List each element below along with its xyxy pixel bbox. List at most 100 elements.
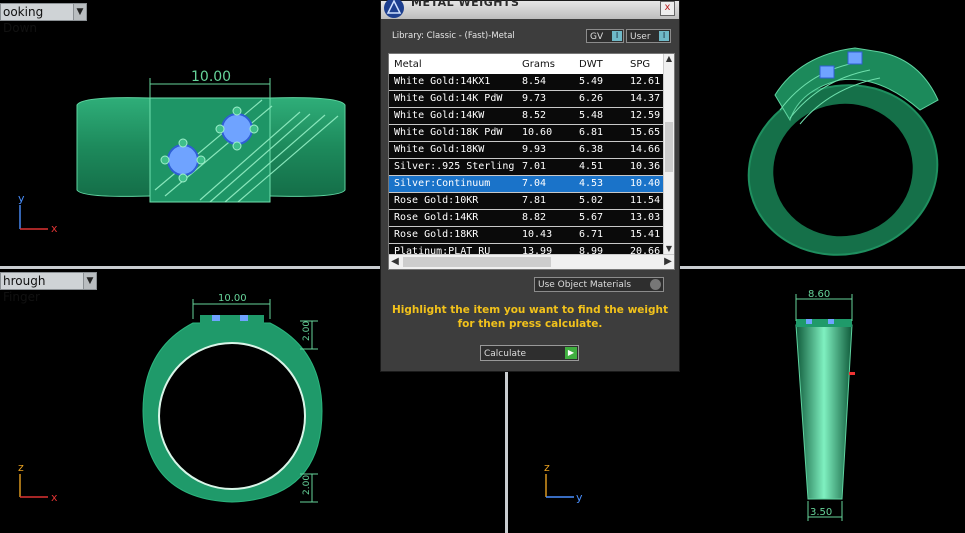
cell-dwt: 5.67 xyxy=(579,212,604,223)
gem-perspective-right xyxy=(847,51,863,65)
gem-right xyxy=(221,113,253,145)
cell-dwt: 5.49 xyxy=(579,76,604,87)
table-row[interactable]: White Gold:14K PdW 9.73 6.26 14.37 xyxy=(389,91,665,108)
cell-grams: 9.73 xyxy=(522,93,547,104)
table-row[interactable]: Rose Gold:14KR 8.82 5.67 13.03 xyxy=(389,210,665,227)
table-row[interactable]: Silver:.925 Sterling 7.01 4.51 10.36 xyxy=(389,159,665,176)
cell-dwt: 6.71 xyxy=(579,229,604,240)
gem-perspective-left xyxy=(819,65,835,79)
table-rows: White Gold:14KX1 8.54 5.49 12.61 White Gold:… xyxy=(389,74,665,261)
cell-spg: 15.65 xyxy=(630,127,661,138)
matrix-logo-icon xyxy=(384,0,404,18)
view-dropdown-chevron-icon[interactable]: ▼ xyxy=(73,3,87,21)
axis-label-right: x xyxy=(51,491,58,504)
axis-label-up: y xyxy=(18,192,25,205)
horizontal-scroll-thumb[interactable] xyxy=(403,257,551,267)
instruction-text: Highlight the item you want to find the … xyxy=(381,303,679,331)
cell-metal: White Gold:18K PdW xyxy=(394,127,503,138)
cell-metal: White Gold:14KX1 xyxy=(394,76,491,87)
user-toggle-label: User xyxy=(630,32,651,42)
calculate-button[interactable]: Calculate ▶ xyxy=(480,345,579,361)
table-row[interactable]: Rose Gold:10KR 7.81 5.02 11.54 xyxy=(389,193,665,210)
dialog-title: METAL WEIGHTS xyxy=(411,0,520,9)
user-toggle[interactable]: User I xyxy=(626,29,671,43)
dimension-thickness-top: 2.00 xyxy=(302,321,312,341)
viewport-looking-down[interactable]: 10.00 y x ooking Down ▼ xyxy=(0,0,380,266)
cell-metal: White Gold:14K PdW xyxy=(394,93,503,104)
cell-metal: Rose Gold:14KR xyxy=(394,212,479,223)
dimension-width-top: 10.00 xyxy=(191,69,231,85)
cell-metal: Silver:Continuum xyxy=(394,178,491,189)
cell-dwt: 6.38 xyxy=(579,144,604,155)
use-object-materials-indicator xyxy=(650,279,661,290)
table-row[interactable]: Rose Gold:18KR 10.43 6.71 15.41 xyxy=(389,227,665,244)
viewport-perspective[interactable] xyxy=(680,0,965,266)
table-row[interactable]: White Gold:18K PdW 10.60 6.81 15.65 xyxy=(389,125,665,142)
gv-toggle[interactable]: GV I xyxy=(586,29,624,43)
dimension-bottom-width: 3.50 xyxy=(810,507,832,518)
view-dropdown-chevron-icon[interactable]: ▼ xyxy=(83,272,97,290)
close-icon[interactable]: x xyxy=(660,1,675,16)
cell-dwt: 4.53 xyxy=(579,178,604,189)
cell-dwt: 4.51 xyxy=(579,161,604,172)
table-row[interactable]: White Gold:14KW 8.52 5.48 12.59 xyxy=(389,108,665,125)
view-label-through-finger[interactable]: hrough Finger xyxy=(0,272,84,304)
cell-grams: 8.82 xyxy=(522,212,547,223)
vertical-scrollbar[interactable]: ▲ ▼ xyxy=(663,54,674,254)
cell-spg: 13.03 xyxy=(630,212,661,223)
cell-metal: White Gold:14KW xyxy=(394,110,485,121)
ring-top-view: 10.00 y x xyxy=(18,69,346,235)
cell-grams: 10.43 xyxy=(522,229,553,240)
column-header-metal[interactable]: Metal xyxy=(394,59,422,70)
metal-table[interactable]: Metal Grams DWT SPG White Gold:14KX1 8.54… xyxy=(388,53,675,270)
table-row[interactable]: White Gold:14KX1 8.54 5.49 12.61 xyxy=(389,74,665,91)
cell-dwt: 6.26 xyxy=(579,93,604,104)
play-arrow-icon: ▶ xyxy=(565,347,577,359)
cell-dwt: 5.48 xyxy=(579,110,604,121)
metal-weights-dialog: METAL WEIGHTS x Library: Classic - (Fast… xyxy=(380,0,680,372)
view-label-looking-down[interactable]: ooking Down xyxy=(0,3,74,35)
cell-dwt: 6.81 xyxy=(579,127,604,138)
cell-grams: 7.81 xyxy=(522,195,547,206)
instruction-line-2: for then press calculate. xyxy=(457,318,603,330)
cell-spg: 11.54 xyxy=(630,195,661,206)
cell-spg: 15.41 xyxy=(630,229,661,240)
dimension-width: 10.00 xyxy=(218,293,247,304)
axis-label-up: z xyxy=(18,461,24,474)
cell-dwt: 5.02 xyxy=(579,195,604,206)
gv-toggle-indicator: I xyxy=(612,31,622,41)
cell-grams: 10.60 xyxy=(522,127,553,138)
cell-spg: 12.59 xyxy=(630,110,661,121)
cell-metal: Rose Gold:10KR xyxy=(394,195,479,206)
column-header-dwt[interactable]: DWT xyxy=(579,59,603,70)
axis-label-up: z xyxy=(544,461,550,474)
cell-metal: Rose Gold:18KR xyxy=(394,229,479,240)
library-label: Library: Classic - (Fast)-Metal xyxy=(392,31,515,41)
column-header-spg[interactable]: SPG xyxy=(630,59,650,70)
cell-spg: 10.36 xyxy=(630,161,661,172)
cell-grams: 9.93 xyxy=(522,144,547,155)
cell-grams: 8.52 xyxy=(522,110,547,121)
scroll-down-icon[interactable]: ▼ xyxy=(664,244,674,254)
cell-spg: 14.66 xyxy=(630,144,661,155)
scroll-up-icon[interactable]: ▲ xyxy=(664,54,674,64)
column-header-grams[interactable]: Grams xyxy=(522,59,555,70)
calculate-label: Calculate xyxy=(484,349,527,359)
table-row[interactable]: Silver:Continuum 7.04 4.53 10.40 xyxy=(389,176,665,193)
scroll-right-icon[interactable]: ▶ xyxy=(662,255,674,269)
user-toggle-indicator: I xyxy=(659,31,669,41)
use-object-materials-toggle[interactable]: Use Object Materials xyxy=(534,277,664,292)
cell-spg: 12.61 xyxy=(630,76,661,87)
dimension-top-width: 8.60 xyxy=(808,289,830,300)
scroll-left-icon[interactable]: ◀ xyxy=(389,255,401,269)
instruction-line-1: Highlight the item you want to find the … xyxy=(392,304,668,316)
axis-label-right: y xyxy=(576,491,583,504)
axis-label-right: x xyxy=(51,222,58,235)
dialog-titlebar[interactable]: METAL WEIGHTS x xyxy=(381,0,679,19)
table-row[interactable]: White Gold:18KW 9.93 6.38 14.66 xyxy=(389,142,665,159)
dimension-thickness-bottom: 2.00 xyxy=(302,475,312,495)
cell-grams: 7.04 xyxy=(522,178,547,189)
horizontal-scrollbar[interactable]: ◀ ▶ xyxy=(389,254,674,269)
cell-metal: Silver:.925 Sterling xyxy=(394,161,514,172)
vertical-scroll-thumb[interactable] xyxy=(665,122,673,172)
